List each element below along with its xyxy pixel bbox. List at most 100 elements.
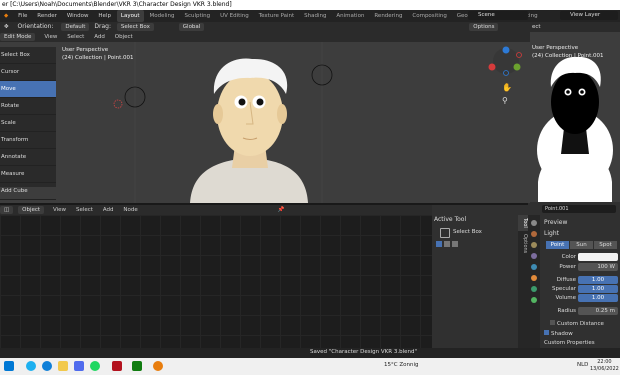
diffuse-field[interactable]: 1.00 <box>578 276 618 284</box>
weather-widget[interactable]: 15°C Zonnig <box>384 362 418 368</box>
pin-icon[interactable]: 📌 <box>274 205 289 215</box>
drag-dropdown[interactable]: Select Box <box>116 23 154 31</box>
xbox-icon[interactable] <box>132 361 142 371</box>
file-explorer-icon[interactable] <box>58 361 68 371</box>
prop-row-radius: Radius 0.25 m <box>540 307 618 315</box>
chrome-icon[interactable] <box>26 361 36 371</box>
menu-view[interactable]: View <box>40 32 61 42</box>
svg-text:⚲: ⚲ <box>502 96 508 105</box>
tool-cursor[interactable]: Cursor <box>0 64 56 81</box>
mode-dropdown[interactable]: Edit Mode <box>0 33 36 41</box>
tool-props-icon[interactable] <box>531 220 537 226</box>
menu-render[interactable]: Render <box>33 10 61 22</box>
menu-file[interactable]: File <box>14 10 31 22</box>
menu-object[interactable]: Object <box>111 32 137 42</box>
prop-label: Volume <box>555 295 576 301</box>
clock-date: 13/06/2022 <box>590 366 619 372</box>
light-type-spot[interactable]: Spot <box>594 241 617 249</box>
right-viewport-collection: (24) Collection | Point.001 <box>532 53 604 59</box>
node-menu-node[interactable]: Node <box>119 205 141 215</box>
preview-section[interactable]: Preview <box>544 219 567 226</box>
navigation-gizmo[interactable]: ✋ ⚲ <box>484 45 528 105</box>
tab-tool[interactable]: Tool <box>518 215 528 231</box>
tab-layout[interactable]: Layout <box>116 10 144 22</box>
edge-icon[interactable] <box>42 361 52 371</box>
editor-type-icon[interactable]: ◫ <box>0 206 14 214</box>
tool-add-cube[interactable]: Add Cube <box>0 183 56 200</box>
transform-icon[interactable]: ✥ <box>0 23 13 31</box>
select-box-icon[interactable] <box>440 228 450 238</box>
view-layer-selector[interactable]: View Layer <box>560 11 618 20</box>
shadow-panel[interactable]: Shadow <box>544 330 573 337</box>
menu-add[interactable]: Add <box>90 32 109 42</box>
volume-field[interactable]: 1.00 <box>578 294 618 302</box>
blender-logo-icon[interactable]: ◆ <box>0 10 12 22</box>
select-mode-subtract-icon[interactable] <box>452 241 458 247</box>
tab-shading[interactable]: Shading <box>300 10 330 22</box>
node-menu-select[interactable]: Select <box>72 205 97 215</box>
active-tool-title: Active Tool <box>434 216 467 223</box>
output-props-icon[interactable] <box>531 242 537 248</box>
orientation-dropdown[interactable]: Default <box>61 23 90 31</box>
select-mode-extend-icon[interactable] <box>444 241 450 247</box>
prop-row-specular: Specular 1.00 <box>540 285 618 293</box>
node-menu-add[interactable]: Add <box>99 205 118 215</box>
menu-select[interactable]: Select <box>63 32 88 42</box>
custom-distance-panel[interactable]: Custom Distance <box>550 320 604 327</box>
tab-options[interactable]: Options <box>518 231 528 256</box>
tab-sculpting[interactable]: Sculpting <box>180 10 214 22</box>
render-props-icon[interactable] <box>531 231 537 237</box>
right-viewport-info: User Perspective (24) Collection | Point… <box>532 44 604 60</box>
select-mode-new-icon[interactable] <box>436 241 442 247</box>
start-icon[interactable] <box>4 361 14 371</box>
blender-icon[interactable] <box>153 361 163 371</box>
3d-viewport[interactable]: ✋ ⚲ <box>0 42 530 203</box>
prop-row-volume: Volume 1.00 <box>540 294 618 302</box>
specular-field[interactable]: 1.00 <box>578 285 618 293</box>
tab-rendering[interactable]: Rendering <box>370 10 406 22</box>
tab-compositing[interactable]: Compositing <box>408 10 450 22</box>
tab-texture-paint[interactable]: Texture Paint <box>255 10 299 22</box>
tab-uv-editing[interactable]: UV Editing <box>216 10 253 22</box>
app-red-icon[interactable] <box>112 361 122 371</box>
menu-help[interactable]: Help <box>94 10 115 22</box>
prop-label: Color <box>561 254 576 260</box>
node-editor-header: ◫ Object View Select Add Node 📌 <box>0 205 432 215</box>
options-dropdown[interactable]: Options <box>469 23 499 31</box>
custom-distance-checkbox[interactable] <box>550 320 555 325</box>
custom-distance-label: Custom Distance <box>557 321 604 327</box>
teams-icon[interactable] <box>74 361 84 371</box>
object-name-field[interactable]: Point.001 <box>542 205 616 213</box>
transform-orientation-dropdown[interactable]: Global <box>178 23 205 31</box>
language-indicator[interactable]: NLD <box>577 362 588 368</box>
spotify-icon[interactable] <box>90 361 100 371</box>
custom-properties-panel[interactable]: Custom Properties <box>544 340 595 346</box>
node-menu-view[interactable]: View <box>49 205 70 215</box>
tool-scale[interactable]: Scale <box>0 115 56 132</box>
tab-modeling[interactable]: Modeling <box>146 10 179 22</box>
light-type-tabs: Point Sun Spot <box>546 241 618 249</box>
node-editor-canvas[interactable] <box>0 215 432 348</box>
orientation-label: Orientation: <box>17 23 54 30</box>
power-field[interactable]: 100 W <box>578 263 618 271</box>
menu-window[interactable]: Window <box>63 10 93 22</box>
color-swatch[interactable] <box>578 253 618 261</box>
window-title: er [C:\Users\Noah\Documents\Blender\VKR … <box>0 0 620 10</box>
tab-animation[interactable]: Animation <box>332 10 368 22</box>
light-type-sun[interactable]: Sun <box>570 241 593 249</box>
light-type-point[interactable]: Point <box>546 241 569 249</box>
tool-move[interactable]: Move <box>0 81 56 98</box>
system-clock[interactable]: 22:00 13/06/2022 <box>590 359 619 373</box>
tool-transform[interactable]: Transform <box>0 132 56 149</box>
right-viewport-header[interactable]: ect <box>530 22 620 32</box>
tool-annotate[interactable]: Annotate <box>0 149 56 166</box>
tool-measure[interactable]: Measure <box>0 166 56 183</box>
tool-rotate[interactable]: Rotate <box>0 98 56 115</box>
tool-select-box[interactable]: Select Box <box>0 47 56 64</box>
scene-selector[interactable]: Scene <box>468 11 528 20</box>
light-section[interactable]: Light <box>544 230 559 237</box>
radius-field[interactable]: 0.25 m <box>578 307 618 315</box>
node-tree-type-dropdown[interactable]: Object <box>18 206 45 214</box>
shadow-checkbox[interactable] <box>544 330 549 335</box>
right-viewport-perspective: User Perspective <box>532 45 579 51</box>
